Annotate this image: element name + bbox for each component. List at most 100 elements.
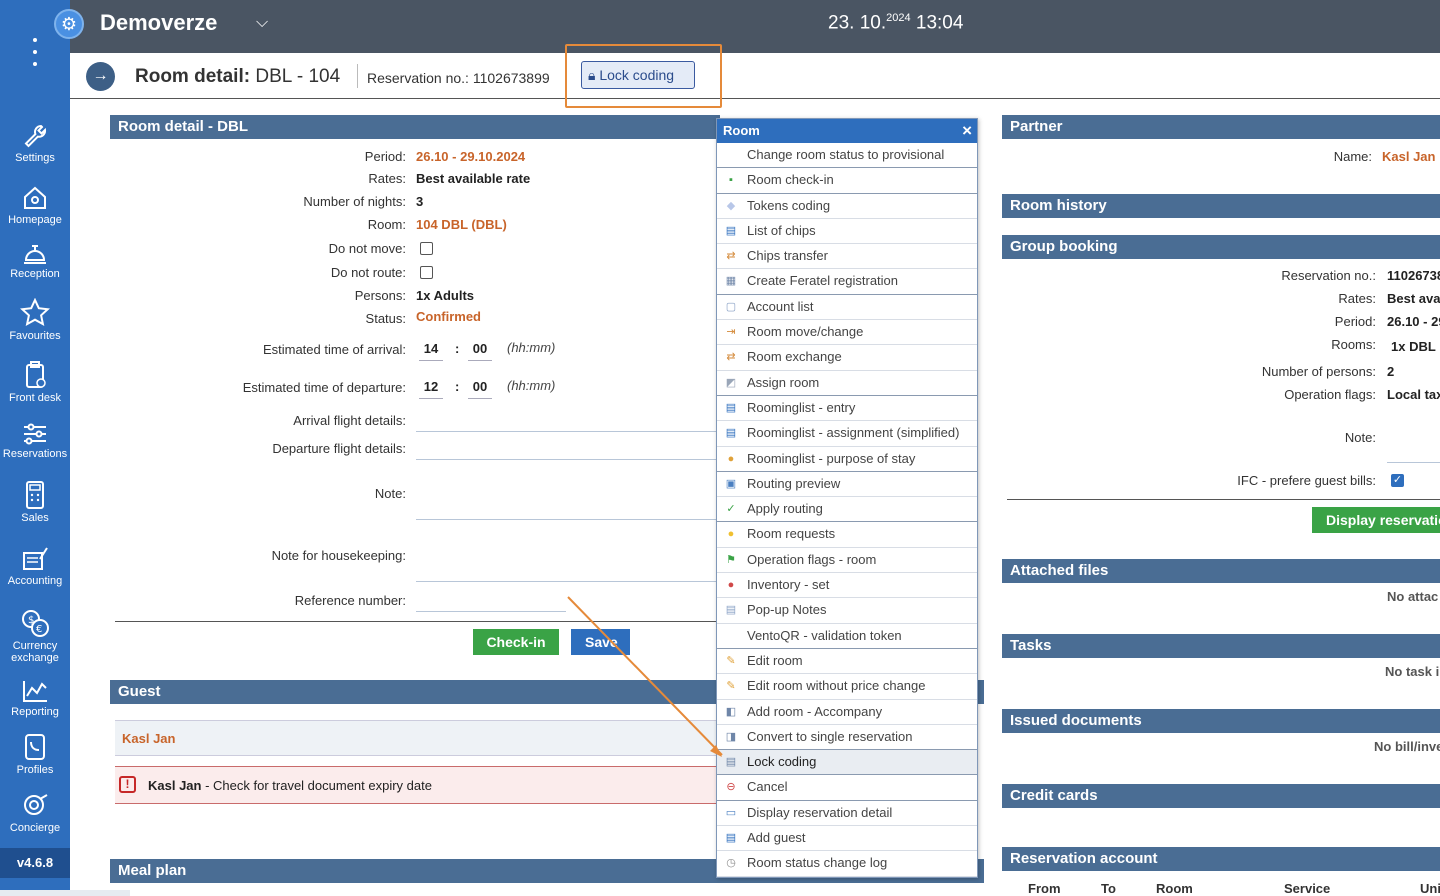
menu-item-roominglist-purpose-of-stay[interactable]: ● Roominglist - purpose of stay bbox=[717, 447, 977, 472]
menu-item-pop-up-notes[interactable]: ▤ Pop-up Notes bbox=[717, 598, 977, 624]
departure-flight-input[interactable] bbox=[416, 459, 716, 460]
menu-item-label: Room requests bbox=[747, 526, 836, 542]
menu-item-display-reservation-detail[interactable]: ▭ Display reservation detail bbox=[717, 801, 977, 827]
sidebar-item-accounting[interactable]: Accounting bbox=[0, 545, 70, 587]
reference-number-input[interactable] bbox=[416, 611, 566, 612]
menu-item-convert-to-single-reservation[interactable]: ◨ Convert to single reservation bbox=[717, 725, 977, 751]
sidebar-item-front-desk[interactable]: Front desk bbox=[0, 360, 70, 404]
menu-item-routing-preview[interactable]: ▣ Routing preview bbox=[717, 472, 977, 498]
sidebar-item-reporting[interactable]: Reporting bbox=[0, 678, 70, 718]
reservation-number: Reservation no.: 1102673899 bbox=[367, 70, 550, 86]
star-icon bbox=[20, 298, 50, 327]
ifc-checkbox[interactable]: ✓ bbox=[1391, 474, 1404, 487]
menu-item-add-room-accompany[interactable]: ◧ Add room - Accompany bbox=[717, 700, 977, 725]
menu-item-room-move-change[interactable]: ⇥ Room move/change bbox=[717, 320, 977, 346]
display-reservation-button[interactable]: Display reservatio bbox=[1312, 507, 1440, 533]
sidebar-item-settings[interactable]: Settings bbox=[0, 122, 70, 164]
lock-coding-button[interactable]: 🔒︎ Lock coding bbox=[581, 61, 695, 89]
alert-text: Kasl Jan - Check for travel document exp… bbox=[148, 778, 432, 793]
bell-icon bbox=[24, 245, 46, 264]
property-title[interactable]: Demoverze bbox=[100, 10, 217, 36]
bulb-icon: ● bbox=[727, 528, 735, 541]
chevron-down-icon[interactable]: ⌵ bbox=[256, 14, 268, 32]
do-not-move-checkbox[interactable] bbox=[420, 242, 433, 255]
sidebar-item-profiles[interactable]: Profiles bbox=[0, 732, 70, 776]
menu-item-change-room-status-to-provisional[interactable]: Change room status to provisional bbox=[717, 143, 977, 169]
page-header: → Room detail: DBL - 104 Reservation no.… bbox=[70, 53, 1440, 99]
partner-name[interactable]: Kasl Jan bbox=[1382, 149, 1435, 164]
menu-item-ventoqr-validation-token[interactable]: VentoQR - validation token bbox=[717, 624, 977, 649]
menu-item-label: List of chips bbox=[747, 222, 816, 238]
menu-item-list-of-chips[interactable]: ▤ List of chips bbox=[717, 219, 977, 245]
menu-item-apply-routing[interactable]: ✓ Apply routing bbox=[717, 497, 977, 523]
guest-name[interactable]: Kasl Jan bbox=[122, 731, 175, 746]
menu-item-room-requests[interactable]: ● Room requests bbox=[717, 522, 977, 548]
menu-item-room-check-in[interactable]: ▪ Room check-in bbox=[717, 168, 977, 194]
menu-item-room-exchange[interactable]: ⇄ Room exchange bbox=[717, 345, 977, 371]
menu-item-operation-flags-room[interactable]: ⚑ Operation flags - room bbox=[717, 548, 977, 574]
more-menu-icon[interactable] bbox=[26, 38, 44, 66]
gear-icon[interactable]: ⚙ bbox=[54, 9, 84, 39]
menu-item-assign-room[interactable]: ◩ Assign room bbox=[717, 371, 977, 396]
sidebar-item-reception[interactable]: Reception bbox=[0, 240, 70, 280]
room-context-menu: Room × Change room status to provisional… bbox=[716, 118, 978, 878]
menu-item-add-guest[interactable]: ▤ Add guest bbox=[717, 826, 977, 852]
arrival-minute-input[interactable]: 00 bbox=[468, 341, 492, 361]
sidebar-item-label: Accounting bbox=[7, 575, 63, 587]
exchange-icon: ⇄ bbox=[726, 351, 736, 364]
menu-item-inventory-set[interactable]: ● Inventory - set bbox=[717, 573, 977, 599]
departure-minute-input[interactable]: 00 bbox=[468, 379, 492, 399]
room-link[interactable]: 104 DBL (DBL) bbox=[416, 217, 507, 232]
wrench-icon bbox=[24, 124, 47, 148]
move-icon: ⇥ bbox=[726, 326, 736, 339]
room-history-header[interactable]: Room history bbox=[1002, 194, 1440, 218]
sidebar-item-favourites[interactable]: Favourites bbox=[0, 298, 70, 342]
sidebar-item-reservations[interactable]: Reservations bbox=[0, 422, 70, 460]
menu-item-create-feratel-registration[interactable]: ▦ Create Feratel registration bbox=[717, 269, 977, 295]
menu-item-label: Roominglist - assignment (simplified) bbox=[747, 425, 960, 441]
menu-item-roominglist-assignment-simplified[interactable]: ▤ Roominglist - assignment (simplified) bbox=[717, 421, 977, 447]
arrival-hour-input[interactable]: 14 bbox=[419, 341, 443, 361]
menu-item-cancel[interactable]: ⊖ Cancel bbox=[717, 775, 977, 801]
gb-note-input[interactable] bbox=[1387, 462, 1440, 463]
menu-item-chips-transfer[interactable]: ⇄ Chips transfer bbox=[717, 244, 977, 270]
sidebar-item-currency-exchange[interactable]: $ € Currency exchange bbox=[0, 608, 70, 664]
partner-header: Partner bbox=[1002, 115, 1440, 139]
menu-item-label: Convert to single reservation bbox=[747, 728, 913, 744]
save-button[interactable]: Save bbox=[571, 629, 630, 655]
menu-item-roominglist-entry[interactable]: ▤ Roominglist - entry bbox=[717, 396, 977, 422]
menu-item-label: Room exchange bbox=[747, 349, 842, 365]
col-room: Room bbox=[1156, 881, 1193, 896]
arrow-right-icon[interactable]: → bbox=[86, 62, 115, 91]
do-not-route-checkbox[interactable] bbox=[420, 266, 433, 279]
menu-item-edit-room[interactable]: ✎ Edit room bbox=[717, 649, 977, 675]
menu-item-tokens-coding[interactable]: ◆ Tokens coding bbox=[717, 194, 977, 219]
menu-item-label: Lock coding bbox=[747, 754, 817, 770]
time-colon: : bbox=[455, 341, 460, 356]
guest-row[interactable]: Kasl Jan bbox=[115, 720, 718, 756]
departure-flight-label: Departure flight details: bbox=[272, 441, 406, 456]
housekeeping-note-input[interactable] bbox=[416, 581, 716, 582]
time-unit-label: (hh:mm) bbox=[507, 340, 556, 355]
divider bbox=[357, 64, 358, 88]
menu-item-account-list[interactable]: ▢ Account list bbox=[717, 295, 977, 321]
sidebar-item-homepage[interactable]: Homepage bbox=[0, 184, 70, 226]
folder-icon: ▭ bbox=[725, 806, 737, 819]
note-input[interactable] bbox=[416, 519, 716, 520]
menu-item-label: Roominglist - entry bbox=[747, 399, 856, 415]
menu-item-label: Add room - Accompany bbox=[747, 703, 883, 719]
divider bbox=[115, 621, 718, 622]
sidebar-item-sales[interactable]: Sales bbox=[0, 480, 70, 524]
departure-hour-input[interactable]: 12 bbox=[419, 379, 443, 399]
menu-item-room-status-change-log[interactable]: ◷ Room status change log bbox=[717, 851, 977, 877]
book-icon: ▤ bbox=[725, 832, 737, 845]
check-in-button[interactable]: Check-in bbox=[473, 629, 559, 655]
arrival-flight-input[interactable] bbox=[416, 431, 716, 432]
menu-item-edit-room-without-price-change[interactable]: ✎ Edit room without price change bbox=[717, 674, 977, 700]
time-unit-label: (hh:mm) bbox=[507, 378, 556, 393]
menu-item-lock-coding[interactable]: ▤ Lock coding bbox=[717, 750, 977, 776]
version-label: v4.6.8 bbox=[0, 848, 70, 878]
close-icon[interactable]: × bbox=[962, 119, 972, 143]
do-not-route-label: Do not route: bbox=[330, 265, 406, 280]
sidebar-item-concierge[interactable]: Concierge bbox=[0, 792, 70, 834]
